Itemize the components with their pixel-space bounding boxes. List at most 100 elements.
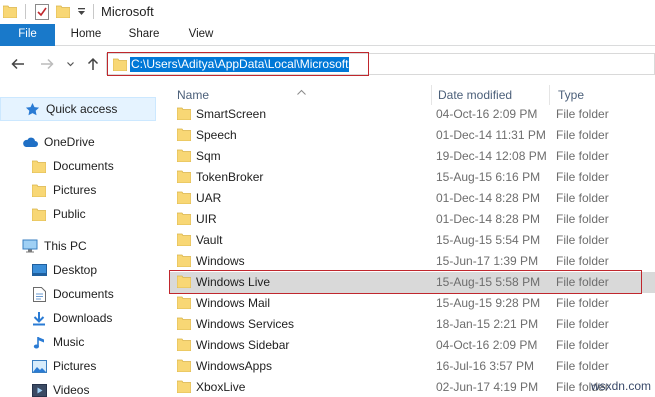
file-row[interactable]: Sqm 19-Dec-14 12:08 PM File folder bbox=[169, 146, 655, 167]
file-row[interactable]: Windows Mail 15-Aug-15 9:28 PM File folder bbox=[169, 293, 655, 314]
tab-view[interactable]: View bbox=[186, 24, 216, 46]
file-row[interactable]: Windows Sidebar 04-Oct-16 2:09 PM File fol… bbox=[169, 335, 655, 356]
nav-item-onedrive-pictures[interactable]: Pictures bbox=[31, 180, 96, 200]
music-icon bbox=[31, 334, 47, 350]
file-type: File folder bbox=[556, 149, 609, 163]
file-name: Speech bbox=[196, 128, 237, 142]
file-name: Windows Mail bbox=[196, 296, 271, 310]
nav-item-onedrive[interactable]: OneDrive bbox=[22, 132, 95, 152]
file-row[interactable]: WindowsApps 16-Jul-16 3:57 PM File folder bbox=[169, 356, 655, 377]
column-header-date-modified[interactable]: Date modified bbox=[438, 88, 512, 102]
file-row[interactable]: Vault 15-Aug-15 5:54 PM File folder bbox=[169, 230, 655, 251]
nav-item-desktop[interactable]: Desktop bbox=[31, 260, 97, 280]
documents-icon bbox=[31, 286, 47, 302]
folder-icon bbox=[31, 158, 47, 174]
videos-icon bbox=[31, 382, 47, 397]
column-header-name[interactable]: Name bbox=[177, 88, 209, 102]
nav-item-label: Pictures bbox=[53, 359, 97, 373]
file-name: UAR bbox=[196, 191, 222, 205]
file-date-modified: 02-Jun-17 4:19 PM bbox=[436, 380, 539, 394]
nav-item-documents[interactable]: Documents bbox=[31, 284, 114, 304]
column-header-type[interactable]: Type bbox=[558, 88, 584, 102]
file-type: File folder bbox=[556, 296, 609, 310]
new-folder-icon[interactable] bbox=[55, 5, 71, 21]
downloads-icon bbox=[31, 310, 47, 326]
toolbar-divider bbox=[25, 4, 26, 19]
file-date-modified: 15-Aug-15 5:54 PM bbox=[436, 233, 541, 247]
file-row[interactable]: TokenBroker 15-Aug-15 6:16 PM File folder bbox=[169, 167, 655, 188]
file-row[interactable]: UIR 01-Dec-14 8:28 PM File folder bbox=[169, 209, 655, 230]
back-arrow-icon[interactable] bbox=[10, 56, 26, 72]
address-path[interactable]: C:\Users\Aditya\AppData\Local\Microsoft bbox=[130, 57, 350, 72]
nav-item-label: Desktop bbox=[53, 263, 98, 277]
file-name: Vault bbox=[196, 233, 223, 247]
folder-icon bbox=[176, 170, 192, 186]
forward-arrow-icon[interactable] bbox=[39, 56, 55, 72]
tab-home[interactable]: Home bbox=[68, 24, 104, 46]
nav-item-label: Documents bbox=[53, 287, 114, 301]
folder-icon bbox=[176, 107, 192, 123]
up-arrow-icon[interactable] bbox=[85, 56, 101, 72]
nav-item-label: Music bbox=[53, 335, 85, 349]
file-name: Windows bbox=[196, 254, 245, 268]
folder-icon bbox=[176, 338, 192, 354]
watermark: wsxdn.com bbox=[590, 379, 651, 393]
properties-icon[interactable] bbox=[35, 4, 49, 23]
nav-item-onedrive-public[interactable]: Public bbox=[31, 204, 86, 224]
nav-item-label: Documents bbox=[53, 159, 114, 173]
nav-item-downloads[interactable]: Downloads bbox=[31, 308, 112, 328]
column-divider[interactable] bbox=[431, 85, 432, 105]
nav-item-music[interactable]: Music bbox=[31, 332, 84, 352]
nav-item-pictures[interactable]: Pictures bbox=[31, 356, 96, 376]
customize-toolbar-dropdown-icon[interactable] bbox=[77, 6, 86, 16]
toolbar-divider bbox=[93, 4, 94, 19]
desktop-icon bbox=[31, 262, 47, 278]
file-list: Name Date modified Type SmartScreen 04-Oc… bbox=[157, 83, 655, 397]
selected-row-highlight-box bbox=[169, 270, 642, 294]
file-type: File folder bbox=[556, 359, 609, 373]
file-name: XboxLive bbox=[196, 380, 246, 394]
nav-item-label: Quick access bbox=[46, 102, 118, 116]
recent-locations-chevron-icon[interactable] bbox=[66, 56, 75, 72]
file-date-modified: 19-Dec-14 12:08 PM bbox=[436, 149, 547, 163]
file-row[interactable]: UAR 01-Dec-14 8:28 PM File folder bbox=[169, 188, 655, 209]
file-row[interactable]: Windows Services 18-Jan-15 2:21 PM File fo… bbox=[169, 314, 655, 335]
file-name: TokenBroker bbox=[196, 170, 264, 184]
file-date-modified: 16-Jul-16 3:57 PM bbox=[436, 359, 535, 373]
folder-icon bbox=[31, 206, 47, 222]
nav-item-this-pc[interactable]: This PC bbox=[22, 236, 87, 256]
file-date-modified: 04-Oct-16 2:09 PM bbox=[436, 107, 538, 121]
file-name: UIR bbox=[196, 212, 217, 226]
folder-icon bbox=[31, 182, 47, 198]
folder-icon bbox=[176, 212, 192, 228]
file-name: Sqm bbox=[196, 149, 221, 163]
nav-item-label: Downloads bbox=[53, 311, 113, 325]
file-row[interactable]: Windows 15-Jun-17 1:39 PM File folder bbox=[169, 251, 655, 272]
file-type: File folder bbox=[556, 107, 609, 121]
file-date-modified: 04-Oct-16 2:09 PM bbox=[436, 338, 538, 352]
file-row[interactable]: Speech 01-Dec-14 11:31 PM File folder bbox=[169, 125, 655, 146]
file-row[interactable]: SmartScreen 04-Oct-16 2:09 PM File folder bbox=[169, 104, 655, 125]
nav-item-quick-access[interactable]: Quick access bbox=[24, 99, 117, 119]
folder-icon bbox=[176, 359, 192, 375]
pictures-icon bbox=[31, 358, 47, 374]
folder-icon bbox=[176, 191, 192, 207]
file-type: File folder bbox=[556, 317, 609, 331]
window-title: Microsoft bbox=[101, 4, 154, 19]
file-date-modified: 15-Jun-17 1:39 PM bbox=[436, 254, 539, 268]
file-date-modified: 01-Dec-14 11:31 PM bbox=[436, 128, 546, 142]
folder-icon bbox=[2, 5, 18, 21]
file-type: File folder bbox=[556, 128, 609, 142]
file-date-modified: 15-Aug-15 6:16 PM bbox=[436, 170, 541, 184]
file-row[interactable]: XboxLive 02-Jun-17 4:19 PM File folder bbox=[169, 377, 655, 397]
tab-share[interactable]: Share bbox=[124, 24, 164, 46]
column-divider[interactable] bbox=[549, 85, 550, 105]
nav-item-label: Videos bbox=[53, 383, 90, 397]
file-date-modified: 01-Dec-14 8:28 PM bbox=[436, 191, 541, 205]
nav-item-onedrive-documents[interactable]: Documents bbox=[31, 156, 114, 176]
file-name: WindowsApps bbox=[196, 359, 273, 373]
file-date-modified: 15-Aug-15 9:28 PM bbox=[436, 296, 541, 310]
nav-item-videos[interactable]: Videos bbox=[31, 380, 89, 397]
cloud-icon bbox=[22, 134, 38, 150]
tab-file[interactable]: File bbox=[0, 24, 55, 46]
